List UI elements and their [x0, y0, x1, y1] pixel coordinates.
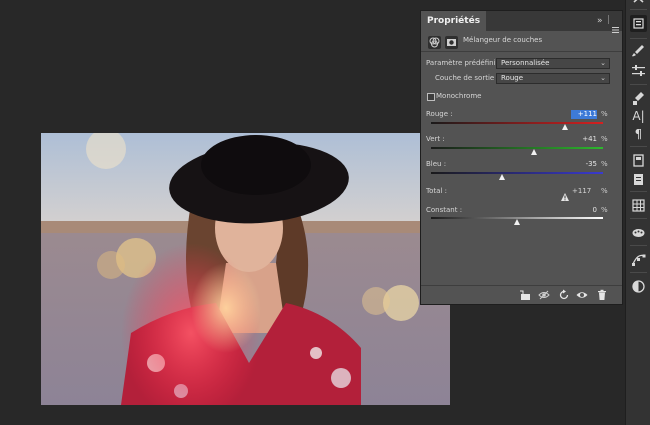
properties-panel: Propriétés » | Mélangeur de couches Para… — [420, 10, 623, 305]
collapse-panel-icon[interactable]: » — [597, 15, 603, 27]
output-channel-label: Couche de sortie : — [435, 74, 499, 82]
total-label: Total : — [426, 187, 447, 195]
panel-header: Mélangeur de couches — [421, 31, 622, 52]
panel-menu-icon[interactable] — [612, 18, 619, 33]
preset-value: Personnalisée — [501, 59, 550, 67]
monochrome-label: Monochrome — [436, 92, 482, 100]
red-slider-label: Rouge : — [426, 110, 453, 118]
green-slider-thumb[interactable] — [531, 149, 537, 155]
notes-icon[interactable] — [630, 171, 647, 188]
red-slider-track[interactable] — [431, 122, 603, 124]
chevron-down-icon: ⌄ — [600, 59, 606, 67]
blue-slider-track[interactable] — [431, 172, 603, 174]
red-slider-thumb[interactable] — [562, 124, 568, 130]
visibility-eye-icon[interactable] — [576, 289, 588, 301]
green-slider-label: Vert : — [426, 135, 445, 143]
monochrome-checkbox[interactable] — [427, 93, 435, 101]
green-value-field[interactable]: +41 — [571, 135, 597, 144]
character-icon[interactable]: A| — [630, 108, 647, 125]
output-channel-value: Rouge — [501, 74, 524, 82]
blue-slider-label: Bleu : — [426, 160, 447, 168]
divider: | — [607, 15, 611, 25]
view-previous-state-icon[interactable] — [538, 289, 550, 301]
green-slider-track[interactable] — [431, 147, 603, 149]
chevron-down-icon: ⌄ — [600, 74, 606, 82]
canvas-image[interactable] — [41, 133, 450, 405]
right-toolbar: A| ¶ — [625, 0, 650, 425]
constant-slider-thumb[interactable] — [514, 219, 520, 225]
blue-value-field[interactable]: -35 — [571, 160, 597, 169]
blue-percent: % — [601, 160, 608, 168]
red-value-field[interactable]: +111 — [571, 110, 597, 119]
constant-value-field[interactable]: 0 — [571, 206, 597, 215]
total-percent: % — [601, 187, 608, 195]
actions-icon[interactable] — [630, 224, 647, 241]
green-percent: % — [601, 135, 608, 143]
warning-icon — [561, 186, 569, 201]
brushes-icon[interactable] — [630, 42, 647, 59]
constant-label: Constant : — [426, 206, 463, 214]
adjustments-icon[interactable] — [630, 278, 647, 295]
preset-dropdown[interactable]: Personnalisée ⌄ — [496, 58, 610, 69]
reset-icon[interactable] — [558, 289, 570, 301]
properties-panel-icon[interactable] — [630, 15, 647, 32]
preset-label: Paramètre prédéfini : — [426, 59, 501, 67]
paths-icon[interactable] — [630, 251, 647, 268]
tab-properties[interactable]: Propriétés — [421, 11, 487, 31]
blue-slider-thumb[interactable] — [499, 174, 505, 180]
constant-percent: % — [601, 206, 608, 214]
trash-icon[interactable] — [596, 289, 608, 301]
red-percent: % — [601, 110, 608, 118]
adjustment-title: Mélangeur de couches — [463, 36, 543, 44]
total-value: +117 — [572, 187, 592, 195]
panel-footer — [421, 285, 622, 304]
layer-mask-icon[interactable] — [445, 34, 458, 49]
adjustments-sliders-icon[interactable] — [630, 62, 647, 79]
paragraph-icon[interactable]: ¶ — [630, 126, 647, 143]
brush-settings-icon[interactable] — [630, 90, 647, 107]
clip-to-layer-icon[interactable] — [519, 289, 531, 301]
output-channel-dropdown[interactable]: Rouge ⌄ — [496, 73, 610, 84]
channel-mixer-icon — [428, 34, 441, 49]
swatches-grid-icon[interactable] — [630, 197, 647, 214]
panel-tab-bar: Propriétés » | — [421, 11, 622, 33]
libraries-icon[interactable] — [630, 152, 647, 169]
